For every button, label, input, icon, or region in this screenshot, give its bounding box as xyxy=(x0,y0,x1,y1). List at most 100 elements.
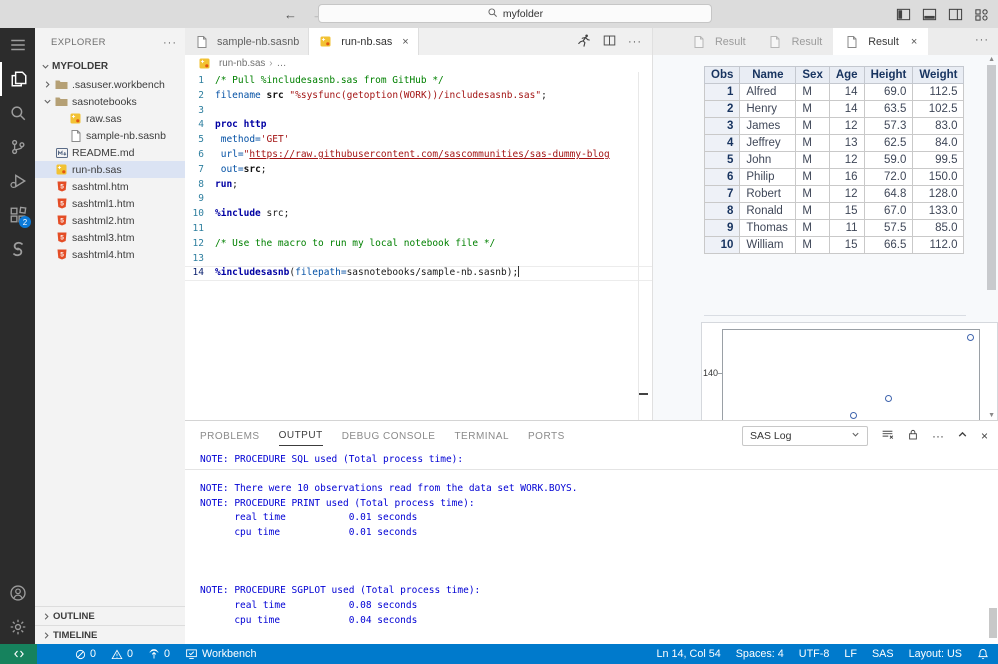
code-line-4[interactable]: 4 proc http xyxy=(185,118,652,133)
tree-file-run-nb-sas[interactable]: run-nb.sas xyxy=(35,161,185,178)
code-line-13[interactable]: 13 xyxy=(185,252,652,267)
close-panel-icon[interactable]: × xyxy=(981,430,988,442)
panel-tab-problems[interactable]: PROBLEMS xyxy=(200,426,260,446)
chevron-down-icon[interactable] xyxy=(39,62,52,71)
editor-more-icon[interactable]: ··· xyxy=(628,36,642,48)
extensions-icon[interactable]: 2 xyxy=(0,198,35,232)
account-icon[interactable] xyxy=(0,576,35,610)
code-line-12[interactable]: 12 /* Use the macro to run my local noteb… xyxy=(185,237,652,252)
tree-file-sample-nb-sasnb[interactable]: sample-nb.sasnb xyxy=(35,127,185,144)
code-line-8[interactable]: 8 run; xyxy=(185,178,652,193)
scroll-down-icon[interactable]: ▼ xyxy=(988,412,995,419)
code-line-6[interactable]: 6 url="https://raw.githubusercontent.com… xyxy=(185,148,652,163)
source-control-icon[interactable] xyxy=(0,130,35,164)
line-number: 1 xyxy=(198,75,204,86)
explorer-icon[interactable] xyxy=(0,62,35,96)
panel-tab-ports[interactable]: PORTS xyxy=(528,426,565,446)
lock-icon[interactable] xyxy=(907,428,919,443)
table-row: 2 Henry M 14 63.5 102.5 xyxy=(703,100,965,118)
breadcrumb[interactable]: run-nb.sas › … xyxy=(185,55,652,72)
tree-file-sashtml-htm[interactable]: 5 sashtml.htm xyxy=(35,178,185,195)
code-line-3[interactable]: 3 xyxy=(185,104,652,119)
status-error[interactable]: 0 xyxy=(75,648,96,660)
menu-icon[interactable] xyxy=(0,28,35,62)
tree-folder-myfolder[interactable]: MYFOLDER xyxy=(35,57,185,76)
command-center-search[interactable]: myfolder xyxy=(318,4,712,23)
explorer-more-icon[interactable]: ··· xyxy=(163,37,177,49)
status-bell[interactable] xyxy=(977,648,989,660)
status-sas[interactable]: SAS xyxy=(872,648,894,660)
status-warning[interactable]: 0 xyxy=(111,648,133,660)
bottom-panel: PROBLEMS OUTPUT DEBUG CONSOLE TERMINAL PORTS… xyxy=(185,420,998,644)
result-tab-3[interactable]: Result × xyxy=(833,28,929,55)
scatter-point xyxy=(884,394,892,402)
code-line-10[interactable]: 10 %include src; xyxy=(185,207,652,222)
close-tab-icon[interactable]: × xyxy=(402,36,408,48)
status-broadcast[interactable]: 0 xyxy=(148,648,170,660)
result-tabs-more-icon[interactable]: ··· xyxy=(975,34,989,46)
nav-back-icon[interactable]: ← xyxy=(284,7,297,22)
code-line-1[interactable]: 1 /* Pull %includesasnb.sas from GitHub *… xyxy=(185,74,652,89)
status-utf-8[interactable]: UTF-8 xyxy=(799,648,830,660)
table-cell: M xyxy=(795,151,830,169)
code-line-5[interactable]: 5 method='GET' xyxy=(185,133,652,148)
sas-extension-icon[interactable] xyxy=(0,232,35,266)
section-outline[interactable]: OUTLINE xyxy=(35,606,185,625)
status-lf[interactable]: LF xyxy=(844,648,857,660)
toggle-secondary-sidebar-icon[interactable] xyxy=(948,7,963,22)
panel-more-icon[interactable]: ··· xyxy=(932,430,944,442)
status-workbench[interactable]: Workbench xyxy=(185,648,256,660)
status-spaces-4[interactable]: Spaces: 4 xyxy=(736,648,784,660)
code-line-2[interactable]: 2 filename src "%sysfunc(getoption(WORK))… xyxy=(185,89,652,104)
status-layout-us[interactable]: Layout: US xyxy=(909,648,962,660)
panel-tab-output[interactable]: OUTPUT xyxy=(278,425,323,446)
chevron-right-icon[interactable] xyxy=(41,80,54,89)
toggle-sidebar-icon[interactable] xyxy=(896,7,911,22)
run-sas-file-icon[interactable] xyxy=(577,33,591,50)
sas-log-output[interactable]: NOTE: PROCEDURE SQL used (Total process … xyxy=(185,450,998,644)
code-line-14[interactable]: 14 %includesasnb(filepath=sasnotebooks/sa… xyxy=(185,266,652,281)
settings-gear-icon[interactable] xyxy=(0,610,35,644)
toggle-panel-icon[interactable] xyxy=(922,7,937,22)
search-icon[interactable] xyxy=(0,96,35,130)
result-tab-1[interactable]: Result xyxy=(680,28,757,55)
status-label: 0 xyxy=(164,648,171,660)
section-label: OUTLINE xyxy=(53,610,95,622)
close-tab-icon[interactable]: × xyxy=(911,36,917,48)
results-scrollbar[interactable]: ▲ ▼ xyxy=(987,55,996,420)
table-cell: 83.0 xyxy=(912,117,965,135)
log-scrollbar-thumb[interactable] xyxy=(989,608,997,638)
result-tab-2[interactable]: Result xyxy=(757,28,834,55)
tree-folder-sasnotebooks[interactable]: sasnotebooks xyxy=(35,93,185,110)
editor-tab-sample-nb-sasnb[interactable]: sample-nb.sasnb xyxy=(185,28,310,55)
split-editor-icon[interactable] xyxy=(603,34,616,50)
code-editor[interactable]: 1 /* Pull %includesasnb.sas from GitHub *… xyxy=(185,72,652,420)
maximize-panel-icon[interactable] xyxy=(957,429,968,442)
code-text: /* Pull %includesasnb.sas from GitHub */ xyxy=(215,75,444,86)
output-channel-select[interactable]: SAS Log xyxy=(741,425,868,446)
editor-scrollbar[interactable] xyxy=(638,72,639,420)
panel-tab-debug-console[interactable]: DEBUG CONSOLE xyxy=(342,426,436,446)
status-ln-14-col-54[interactable]: Ln 14, Col 54 xyxy=(657,648,721,660)
scroll-up-icon[interactable]: ▲ xyxy=(988,56,995,63)
code-line-11[interactable]: 11 xyxy=(185,222,652,237)
code-line-9[interactable]: 9 xyxy=(185,192,652,207)
tree-file-sashtml3-htm[interactable]: 5 sashtml3.htm xyxy=(35,229,185,246)
code-line-7[interactable]: 7 out=src; xyxy=(185,163,652,178)
editor-tab-run-nb-sas[interactable]: run-nb.sas × xyxy=(309,28,419,55)
clear-output-icon[interactable] xyxy=(881,428,894,443)
scrollbar-thumb[interactable] xyxy=(987,65,996,290)
tree-folder--sasuser-workbench[interactable]: .sasuser.workbench xyxy=(35,76,185,93)
chevron-down-icon[interactable] xyxy=(41,97,54,106)
panel-tab-terminal[interactable]: TERMINAL xyxy=(454,426,509,446)
tree-file-readme-md[interactable]: README.md xyxy=(35,144,185,161)
customize-layout-icon[interactable] xyxy=(974,7,989,22)
run-debug-icon[interactable] xyxy=(0,164,35,198)
section-timeline[interactable]: TIMELINE xyxy=(35,625,185,644)
tree-file-sashtml4-htm[interactable]: 5 sashtml4.htm xyxy=(35,246,185,263)
tab-label: run-nb.sas xyxy=(341,35,393,48)
tree-file-raw-sas[interactable]: raw.sas xyxy=(35,110,185,127)
remote-indicator[interactable] xyxy=(0,644,37,664)
tree-file-sashtml1-htm[interactable]: 5 sashtml1.htm xyxy=(35,195,185,212)
tree-file-sashtml2-htm[interactable]: 5 sashtml2.htm xyxy=(35,212,185,229)
